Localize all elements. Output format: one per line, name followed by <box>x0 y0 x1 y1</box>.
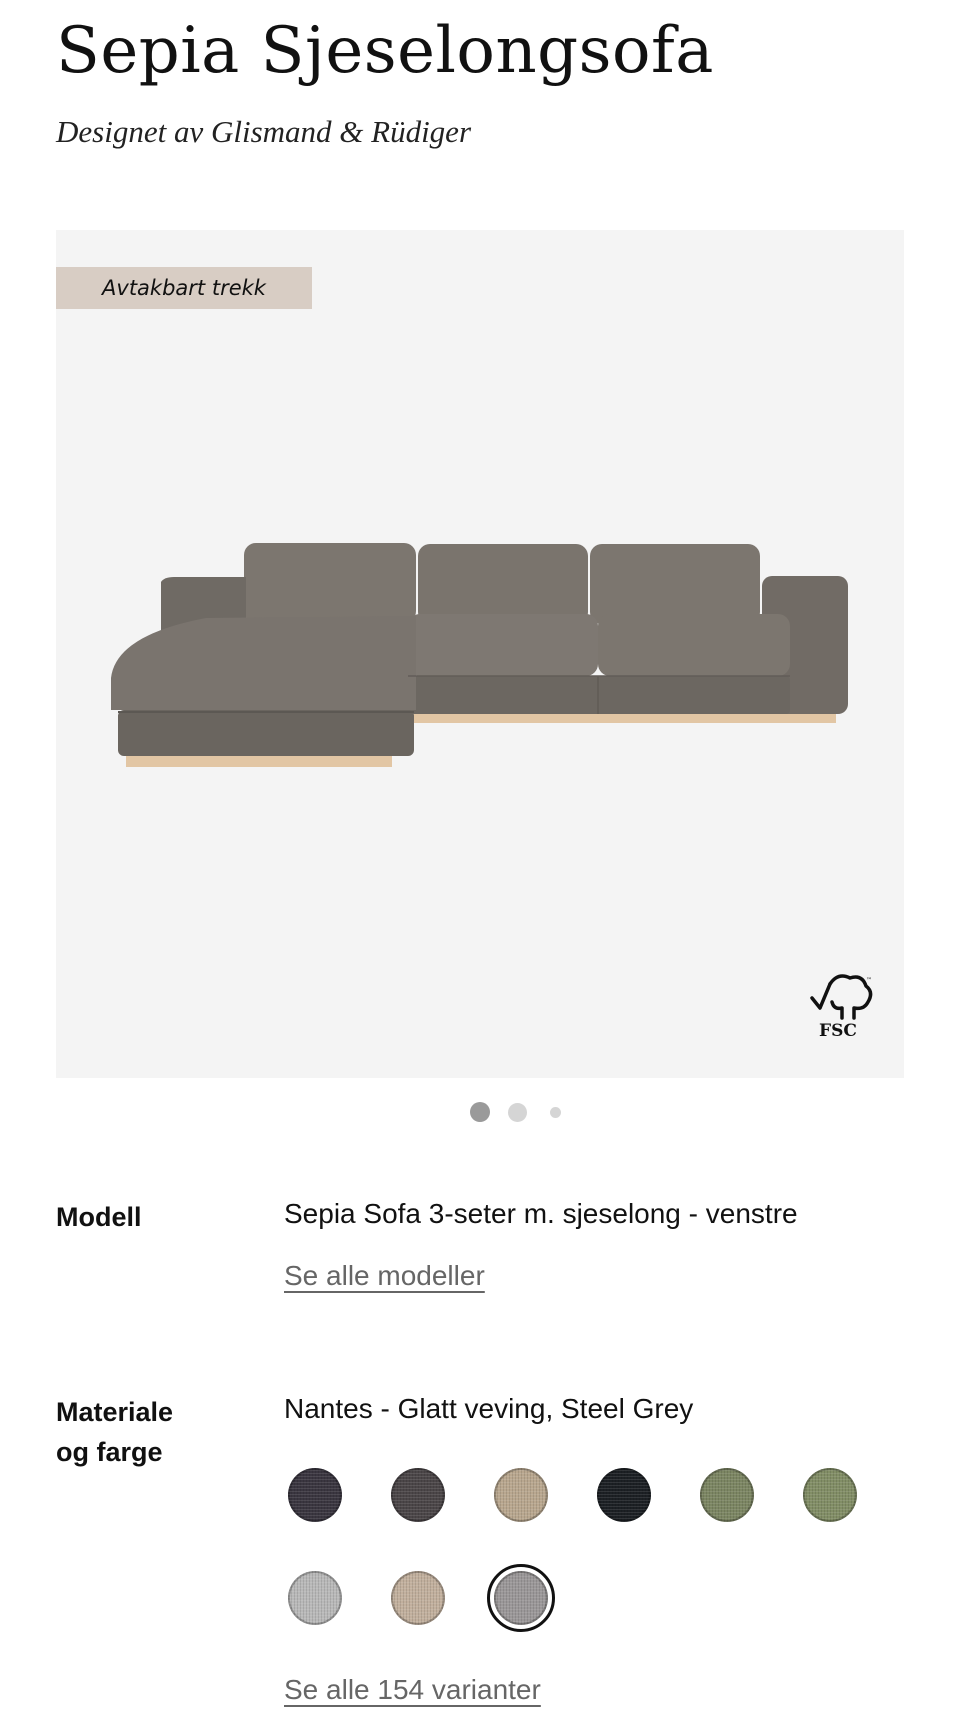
color-swatch-9[interactable] <box>494 1571 548 1625</box>
material-label-line2: og farge <box>56 1437 163 1467</box>
color-swatch-4[interactable] <box>597 1468 651 1522</box>
see-all-variants-link[interactable]: Se alle 154 varianter <box>284 1674 541 1706</box>
material-label-line1: Materiale <box>56 1397 174 1427</box>
svg-text:FSC: FSC <box>819 1021 857 1041</box>
svg-text:™: ™ <box>866 977 872 984</box>
sofa-image <box>111 543 848 767</box>
color-swatch-1[interactable] <box>288 1468 342 1522</box>
color-swatch-8[interactable] <box>391 1571 445 1625</box>
pagination-dot-1[interactable] <box>470 1102 490 1122</box>
gallery-pagination <box>0 1100 960 1124</box>
product-image-gallery[interactable]: Avtakbart trekk ™ FSC <box>56 230 904 1078</box>
removable-cover-badge: Avtakbart trekk <box>56 267 312 309</box>
product-title: Sepia Sjeselongsofa <box>56 14 714 88</box>
pagination-dot-3[interactable] <box>550 1107 561 1118</box>
color-swatch-5[interactable] <box>700 1468 754 1522</box>
pagination-dot-2[interactable] <box>508 1103 527 1122</box>
color-swatch-7[interactable] <box>288 1571 342 1625</box>
color-swatch-2[interactable] <box>391 1468 445 1522</box>
material-value: Nantes - Glatt veving, Steel Grey <box>284 1393 694 1424</box>
see-all-models-link[interactable]: Se alle modeller <box>284 1260 485 1292</box>
fsc-logo-icon: ™ FSC <box>810 974 873 1041</box>
color-swatch-3[interactable] <box>494 1468 548 1522</box>
product-page: Sepia Sjeselongsofa Designet av Glismand… <box>0 0 960 1717</box>
color-swatch-6[interactable] <box>803 1468 857 1522</box>
model-label: Modell <box>56 1202 142 1232</box>
designer-credit: Designet av Glismand & Rüdiger <box>56 114 472 149</box>
model-value: Sepia Sofa 3-seter m. sjeselong - venstr… <box>284 1198 798 1229</box>
